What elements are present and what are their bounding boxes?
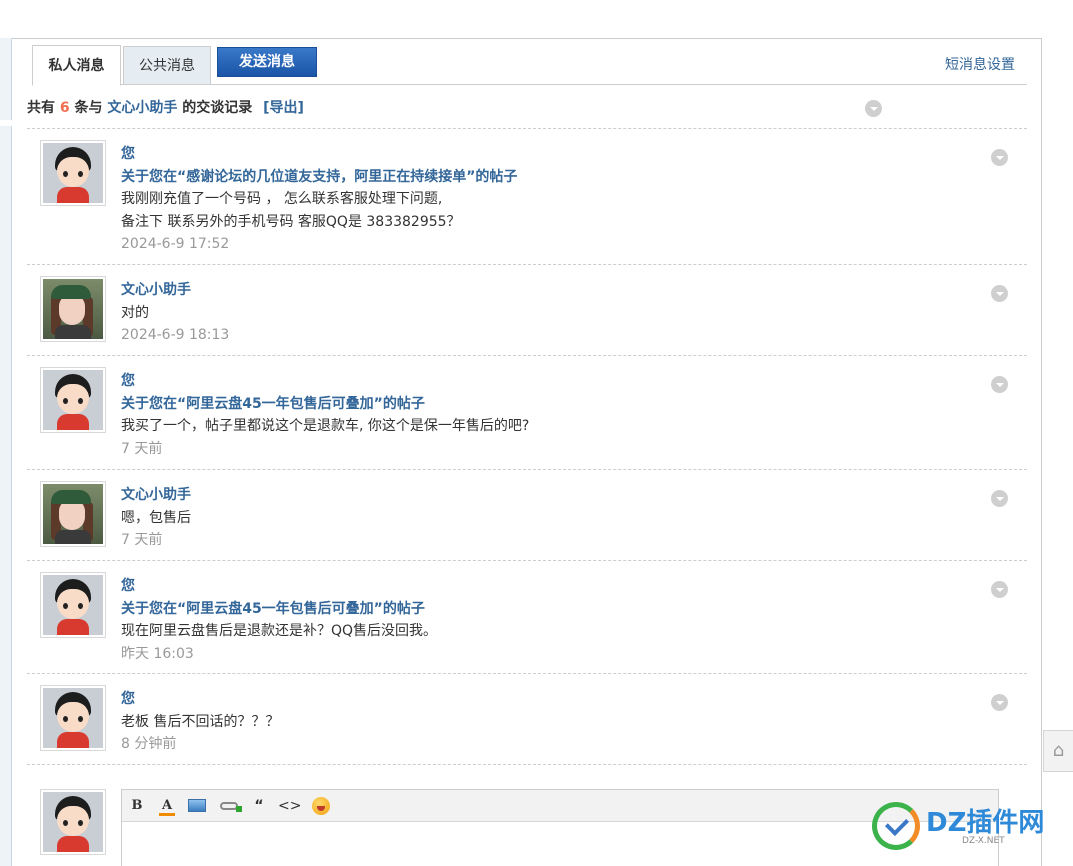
left-sidebar-rail xyxy=(0,38,12,866)
message-menu-icon[interactable] xyxy=(991,149,1008,166)
quote-icon[interactable]: “ xyxy=(248,796,270,816)
font-color-icon[interactable]: A xyxy=(156,796,178,816)
tab-private-messages[interactable]: 私人消息 xyxy=(32,45,121,86)
message-text: 现在阿里云盘售后是退款还是补？QQ售后没回我。 xyxy=(121,623,438,639)
back-to-top-icon[interactable]: ⌂ xyxy=(1043,730,1073,772)
message-menu-icon[interactable] xyxy=(991,376,1008,393)
message-item: 您 关于您在“感谢论坛的几位道友支持，阿里正在持续接单”的帖子 我刚刚充值了一个… xyxy=(27,129,1027,265)
message-time: 昨天 16:03 xyxy=(121,645,194,662)
summary-prefix: 共有 xyxy=(27,100,55,116)
message-menu-icon[interactable] xyxy=(991,490,1008,507)
message-author[interactable]: 您 xyxy=(121,370,961,393)
message-text: 备注下 联系另外的手机号码 客服QQ是 383382955？ xyxy=(121,213,461,230)
message-text: 老板 售后不回话的？？？ xyxy=(121,713,280,730)
editor-toolbar: B A “ <> xyxy=(122,790,998,822)
boy-avatar[interactable] xyxy=(40,572,106,638)
link-icon[interactable] xyxy=(218,796,242,816)
message-time: 7 天前 xyxy=(121,532,163,548)
watermark-sub: DZ-X.NET xyxy=(962,836,1005,846)
message-text: 对的 xyxy=(121,304,149,321)
image-icon[interactable] xyxy=(186,796,208,816)
summary-suffix: 的交谈记录 xyxy=(182,100,253,116)
message-settings-link[interactable]: 短消息设置 xyxy=(945,54,1015,74)
send-message-button[interactable]: 发送消息 xyxy=(217,47,317,77)
message-subject-link[interactable]: 关于您在“感谢论坛的几位道友支持，阿里正在持续接单”的帖子 xyxy=(121,166,961,189)
conversation-summary: 共有 6 条与 文心小助手 的交谈记录 [导出] xyxy=(27,97,1027,129)
rail-gap xyxy=(0,120,12,126)
message-time: 7 天前 xyxy=(121,440,163,457)
summary-mid: 条与 xyxy=(74,100,103,116)
tab-bar: 私人消息 公共消息 发送消息 短消息设置 xyxy=(32,45,1027,86)
bold-icon[interactable]: B xyxy=(126,796,148,816)
tab-public-messages[interactable]: 公共消息 xyxy=(123,46,211,85)
message-menu-icon[interactable] xyxy=(991,694,1008,711)
message-author[interactable]: 文心小助手 xyxy=(121,484,961,507)
message-author[interactable]: 文心小助手 xyxy=(121,279,961,302)
message-time: 2024-6-9 18:13 xyxy=(121,327,230,343)
message-menu-icon[interactable] xyxy=(991,285,1008,302)
code-icon[interactable]: <> xyxy=(278,796,301,816)
message-time: 2024-6-9 17:52 xyxy=(121,236,230,252)
message-text: 我买了一个，帖子里都说这个是退款车, 你这个是保一年售后的吧? xyxy=(121,418,530,434)
message-subject-link[interactable]: 关于您在“阿里云盘45一年包售后可叠加”的帖子 xyxy=(121,598,961,621)
girl-avatar[interactable] xyxy=(40,481,106,547)
message-item: 文心小助手 对的 2024-6-9 18:13 xyxy=(27,265,1027,356)
reply-editor[interactable]: B A “ <> xyxy=(121,789,999,866)
message-author[interactable]: 您 xyxy=(121,688,961,711)
message-subject-link[interactable]: 关于您在“阿里云盘45一年包售后可叠加”的帖子 xyxy=(121,393,961,416)
message-item: 文心小助手 嗯，包售后 7 天前 xyxy=(27,470,1027,561)
boy-avatar[interactable] xyxy=(40,140,106,206)
message-count: 6 xyxy=(59,100,70,116)
message-text: 我刚刚充值了一个号码 ， 怎么联系客服处理下问题, xyxy=(121,191,443,207)
watermark-logo-icon xyxy=(872,802,920,850)
girl-avatar[interactable] xyxy=(40,276,106,342)
message-item: 您 关于您在“阿里云盘45一年包售后可叠加”的帖子 我买了一个，帖子里都说这个是… xyxy=(27,356,1027,470)
boy-avatar xyxy=(40,789,106,855)
message-panel: 私人消息 公共消息 发送消息 短消息设置 共有 6 条与 文心小助手 的交谈记录… xyxy=(12,38,1042,866)
message-author[interactable]: 您 xyxy=(121,143,961,166)
message-item: 您 关于您在“阿里云盘45一年包售后可叠加”的帖子 现在阿里云盘售后是退款还是补… xyxy=(27,561,1027,674)
message-author[interactable]: 您 xyxy=(121,575,961,598)
smiley-icon[interactable] xyxy=(310,796,332,816)
message-item: 您 老板 售后不回话的？？？ 8 分钟前 xyxy=(27,674,1027,765)
partner-name-link[interactable]: 文心小助手 xyxy=(107,100,177,116)
watermark-brand: DZ插件网 xyxy=(926,808,1045,838)
boy-avatar[interactable] xyxy=(40,367,106,433)
collapse-all-icon[interactable] xyxy=(865,100,882,117)
watermark: DZ插件网 DZ-X.NET xyxy=(872,796,1062,852)
message-text: 嗯，包售后 xyxy=(121,509,191,526)
export-link[interactable]: [导出] xyxy=(263,100,304,116)
message-menu-icon[interactable] xyxy=(991,581,1008,598)
message-time: 8 分钟前 xyxy=(121,736,177,752)
boy-avatar[interactable] xyxy=(40,685,106,751)
